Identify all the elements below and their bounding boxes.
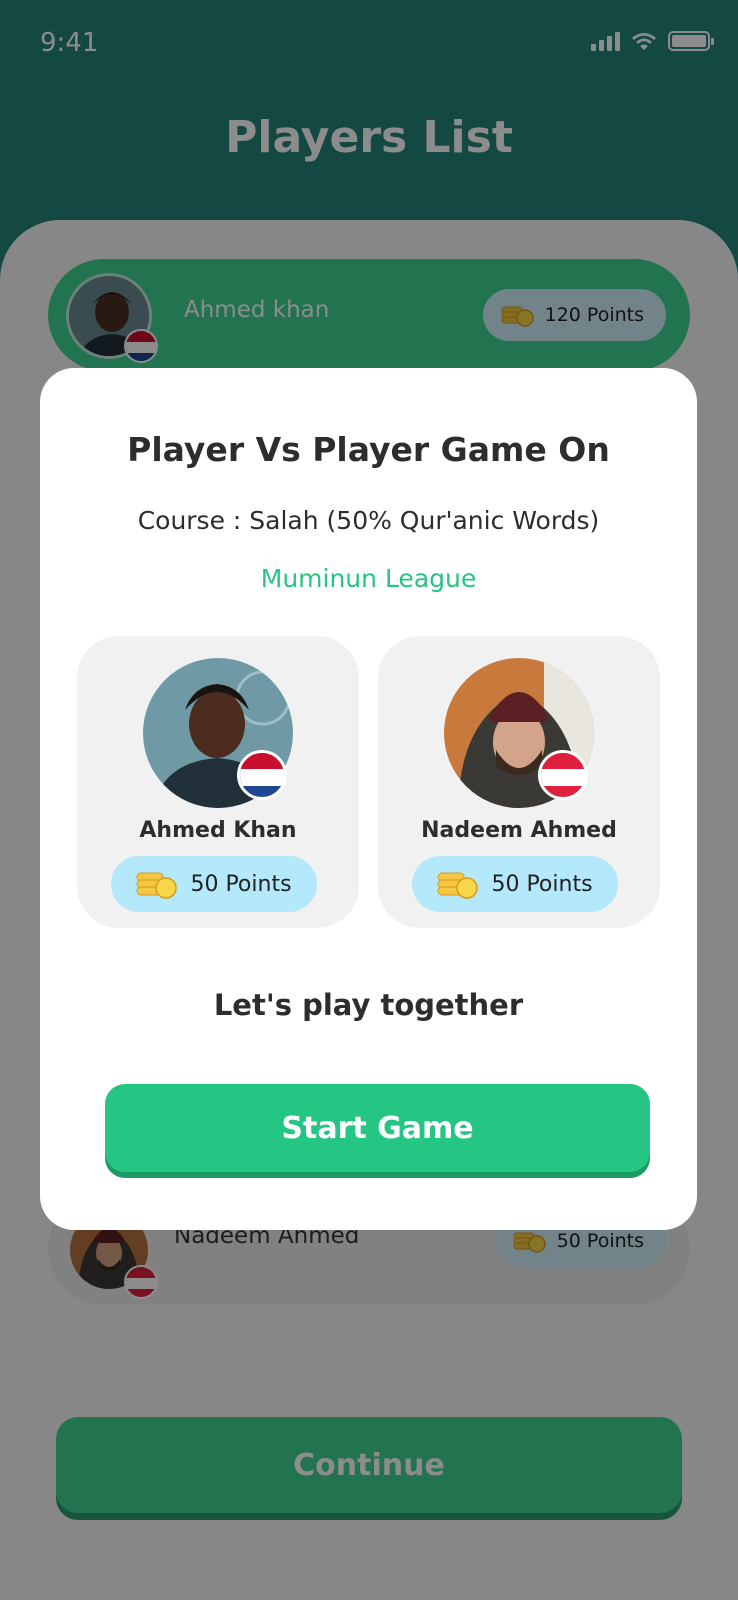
game-on-modal: Player Vs Player Game On Course : Salah … [40, 368, 697, 1230]
start-game-button[interactable]: Start Game [105, 1084, 650, 1172]
tagline: Let's play together [213, 988, 524, 1022]
points-value: 50 Points [491, 871, 593, 897]
austria-flag-icon [538, 750, 588, 800]
points-badge: 50 Points [412, 856, 618, 912]
coins-icon [136, 872, 178, 899]
modal-title: Player Vs Player Game On [127, 430, 610, 469]
player-card: Nadeem Ahmed 50 Points [378, 636, 660, 928]
player-name: Nadeem Ahmed [421, 818, 617, 843]
player-card: Ahmed Khan 50 Points [77, 636, 359, 928]
course-label: Course : Salah (50% Qur'anic Words) [137, 506, 600, 535]
netherlands-flag-icon [237, 750, 287, 800]
coins-icon [437, 872, 479, 899]
points-value: 50 Points [190, 871, 292, 897]
points-badge: 50 Points [111, 856, 317, 912]
player-name: Ahmed Khan [139, 818, 297, 843]
league-label: Muminun League [260, 564, 477, 593]
